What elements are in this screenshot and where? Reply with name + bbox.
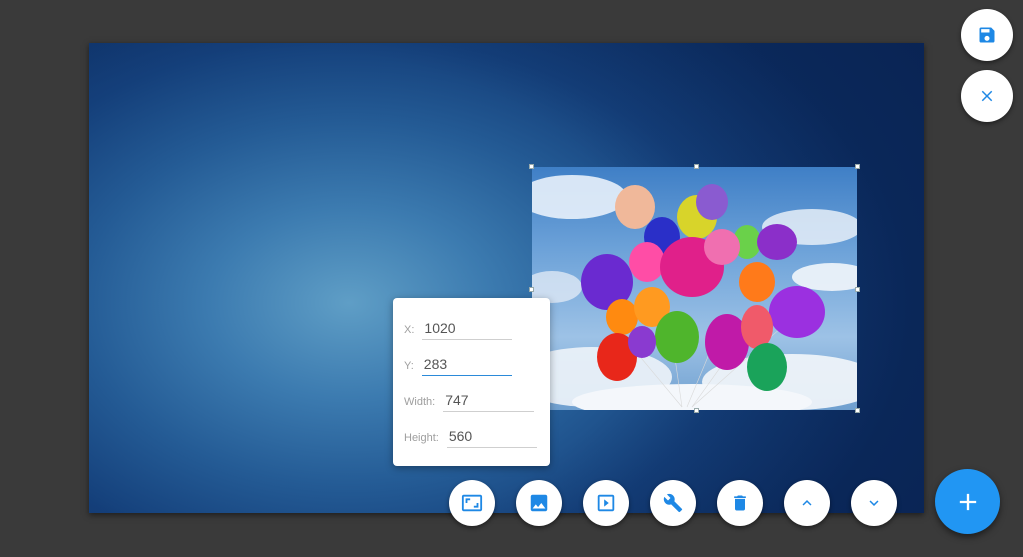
save-button[interactable]: [961, 9, 1013, 61]
close-button[interactable]: [961, 70, 1013, 122]
image-button[interactable]: [516, 480, 562, 526]
resize-handle-bottom[interactable]: [694, 408, 699, 413]
width-input[interactable]: [443, 391, 535, 412]
resize-handle-top[interactable]: [694, 164, 699, 169]
slideshow-icon: [597, 494, 615, 512]
x-label: X:: [404, 324, 415, 336]
aspect-ratio-icon: [461, 494, 483, 512]
width-label: Width:: [404, 396, 436, 408]
resize-handle-bottom-right[interactable]: [855, 408, 860, 413]
balloons-image: [532, 175, 857, 410]
wrench-icon: [663, 493, 683, 513]
add-button[interactable]: [935, 469, 1000, 534]
close-icon: [981, 90, 993, 102]
height-input[interactable]: [446, 427, 537, 448]
move-down-button[interactable]: [851, 480, 897, 526]
slideshow-button[interactable]: [583, 480, 629, 526]
height-label: Height:: [404, 432, 439, 444]
y-row: Y:: [404, 354, 512, 376]
x-input[interactable]: [422, 319, 513, 340]
height-row: Height:: [404, 426, 537, 448]
settings-button[interactable]: [650, 480, 696, 526]
selected-image[interactable]: [532, 167, 857, 410]
move-up-button[interactable]: [784, 480, 830, 526]
chevron-up-icon: [802, 500, 812, 506]
resize-handle-top-left[interactable]: [529, 164, 534, 169]
save-icon: [979, 27, 995, 43]
resize-handle-right[interactable]: [855, 287, 860, 292]
chevron-down-icon: [869, 500, 879, 506]
y-input[interactable]: [421, 355, 512, 376]
delete-button[interactable]: [717, 480, 763, 526]
resize-handle-top-right[interactable]: [855, 164, 860, 169]
delete-icon: [734, 495, 746, 511]
properties-panel: X: Y: Width: Height:: [393, 298, 550, 466]
add-icon: [959, 493, 976, 510]
image-icon: [530, 494, 548, 512]
x-row: X:: [404, 318, 513, 340]
aspect-ratio-button[interactable]: [449, 480, 495, 526]
width-row: Width:: [404, 390, 535, 412]
resize-handle-left[interactable]: [529, 287, 534, 292]
y-label: Y:: [404, 360, 414, 372]
